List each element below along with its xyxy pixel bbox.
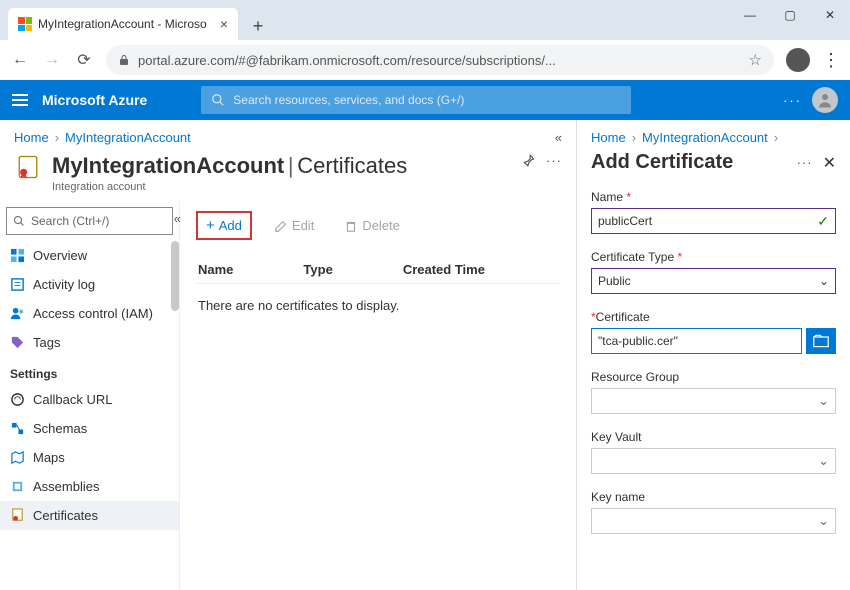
browser-chrome: — ▢ ✕ MyIntegrationAccount - Microso × +…	[0, 0, 850, 80]
window-close[interactable]: ✕	[810, 0, 850, 30]
certificate-icon	[14, 153, 42, 181]
sidebar-search[interactable]: Search (Ctrl+/)	[6, 207, 173, 235]
sidebar-settings-header: Settings	[0, 357, 179, 385]
address-bar[interactable]: portal.azure.com/#@fabrikam.onmicrosoft.…	[106, 45, 774, 75]
profile-avatar[interactable]	[786, 48, 810, 72]
name-field[interactable]: publicCert ✓	[591, 208, 836, 234]
key-name-select[interactable]: ⌄	[591, 508, 836, 534]
plus-icon: +	[206, 217, 215, 234]
assemblies-icon	[10, 479, 25, 494]
browser-menu[interactable]: ⋮	[822, 50, 840, 71]
sidebar-item-tags[interactable]: Tags	[0, 328, 179, 357]
maps-icon	[10, 450, 25, 465]
hamburger-icon[interactable]	[12, 94, 28, 106]
resource-group-select[interactable]: ⌄	[591, 388, 836, 414]
new-tab-button[interactable]: +	[244, 12, 272, 40]
chevron-down-icon: ⌄	[819, 274, 829, 288]
browser-tab[interactable]: MyIntegrationAccount - Microso ×	[8, 8, 238, 40]
bookmark-icon[interactable]: ☆	[749, 51, 762, 69]
user-avatar[interactable]	[812, 87, 838, 113]
schemas-icon	[10, 421, 25, 436]
edit-button[interactable]: Edit	[266, 214, 322, 237]
crumb-account[interactable]: MyIntegrationAccount	[65, 130, 191, 145]
portal-search[interactable]: Search resources, services, and docs (G+…	[201, 86, 631, 114]
pin-icon[interactable]	[522, 153, 536, 170]
page-section: Certificates	[297, 153, 407, 178]
close-icon[interactable]: ×	[220, 16, 228, 32]
forward-button[interactable]: →	[42, 51, 62, 69]
tab-title: MyIntegrationAccount - Microso	[38, 17, 207, 31]
overview-icon	[10, 248, 25, 263]
panel-crumb-account[interactable]: MyIntegrationAccount	[642, 130, 768, 145]
window-maximize[interactable]: ▢	[770, 0, 810, 30]
more-icon[interactable]: ···	[783, 93, 802, 108]
back-button[interactable]: ←	[10, 51, 30, 69]
sidebar-item-assemblies[interactable]: Assemblies	[0, 472, 179, 501]
panel-crumb-home[interactable]: Home	[591, 130, 626, 145]
col-created: Created Time	[403, 262, 485, 277]
sidebar-item-maps[interactable]: Maps	[0, 443, 179, 472]
delete-button[interactable]: Delete	[336, 214, 408, 237]
add-button[interactable]: + Add	[196, 211, 252, 240]
key-vault-select[interactable]: ⌄	[591, 448, 836, 474]
url-text: portal.azure.com/#@fabrikam.onmicrosoft.…	[138, 53, 556, 68]
window-minimize[interactable]: —	[730, 0, 770, 30]
panel-breadcrumb: Home › MyIntegrationAccount ›	[591, 130, 836, 151]
reload-button[interactable]: ⟳	[74, 50, 94, 70]
tags-icon	[10, 335, 25, 350]
chevron-down-icon: ⌄	[818, 513, 829, 529]
panel-more-icon[interactable]: ···	[797, 155, 813, 170]
chevron-down-icon: ⌄	[818, 393, 829, 409]
sidebar-item-certificates[interactable]: Certificates	[0, 501, 179, 530]
search-icon	[13, 215, 25, 227]
callback-icon	[10, 392, 25, 407]
log-icon	[10, 277, 25, 292]
table-empty: There are no certificates to display.	[196, 284, 560, 327]
sidebar-item-schemas[interactable]: Schemas	[0, 414, 179, 443]
table-header: Name Type Created Time	[196, 256, 560, 284]
panel-close-icon[interactable]: ✕	[823, 153, 836, 173]
sidebar-item-activitylog[interactable]: Activity log	[0, 270, 179, 299]
brand[interactable]: Microsoft Azure	[42, 92, 147, 108]
search-icon	[211, 93, 225, 107]
page-title: MyIntegrationAccount	[52, 153, 284, 178]
cert-file-field[interactable]: "tca-public.cer"	[591, 328, 802, 354]
folder-icon	[813, 334, 829, 348]
crumb-home[interactable]: Home	[14, 130, 49, 145]
col-type: Type	[303, 262, 332, 277]
add-certificate-panel: Home › MyIntegrationAccount › Add Certif…	[577, 120, 850, 590]
search-placeholder: Search resources, services, and docs (G+…	[233, 93, 464, 107]
portal-header: Microsoft Azure Search resources, servic…	[0, 80, 850, 120]
sidebar-item-iam[interactable]: Access control (IAM)	[0, 299, 179, 328]
col-name: Name	[198, 262, 233, 277]
delete-icon	[344, 219, 358, 233]
sidebar-item-overview[interactable]: Overview	[0, 241, 179, 270]
edit-icon	[274, 219, 288, 233]
lock-icon	[118, 54, 130, 66]
sidebar: Search (Ctrl+/) « Overview Activity log …	[0, 201, 180, 590]
page-subtitle: Integration account	[52, 181, 407, 193]
collapse-icon[interactable]: «	[555, 130, 562, 145]
ms-favicon	[18, 17, 32, 31]
more-icon[interactable]: ···	[546, 153, 562, 168]
content-area: + Add Edit Delete Name Type Created	[180, 201, 576, 590]
browse-button[interactable]	[806, 328, 836, 354]
certificates-icon	[10, 508, 25, 523]
panel-title: Add Certificate	[591, 151, 733, 174]
sidebar-item-callback[interactable]: Callback URL	[0, 385, 179, 414]
scrollbar-thumb[interactable]	[171, 241, 179, 311]
breadcrumb: Home › MyIntegrationAccount «	[0, 120, 576, 149]
cert-type-select[interactable]: Public ⌄	[591, 268, 836, 294]
sidebar-collapse[interactable]: «	[174, 211, 181, 226]
chevron-down-icon: ⌄	[818, 453, 829, 469]
check-icon: ✓	[817, 213, 829, 230]
iam-icon	[10, 306, 25, 321]
